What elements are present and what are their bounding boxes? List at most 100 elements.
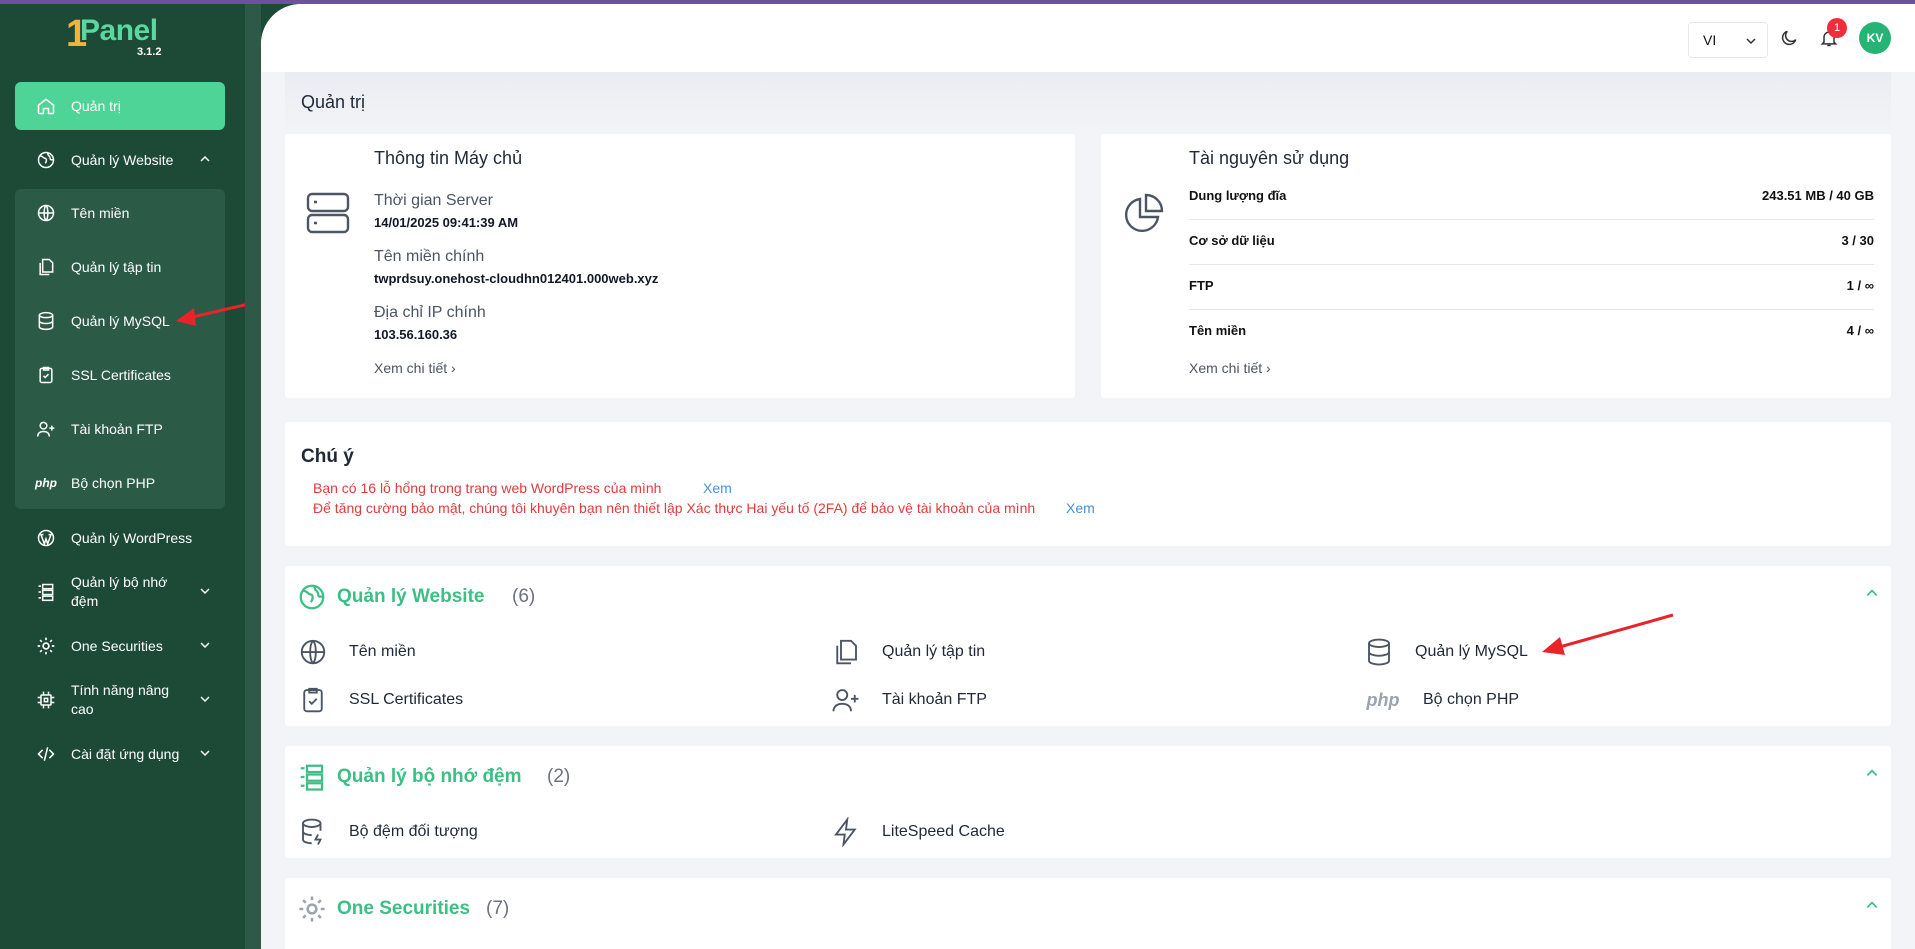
code-icon xyxy=(35,743,57,765)
notice-message: Để tăng cường bảo mật, chúng tôi khuyên … xyxy=(313,500,1036,516)
user-plus-icon xyxy=(35,418,57,440)
sidebar-item-label: Quản lý Website xyxy=(71,152,174,168)
notice-message: Bạn có 16 lỗ hổng trong trang web WordPr… xyxy=(313,480,662,496)
resource-value: 4 / ∞ xyxy=(1846,323,1874,338)
chevron-down-icon xyxy=(199,584,211,600)
sidebar-item-mysql[interactable]: Quản lý MySQL xyxy=(15,297,225,345)
topbar: VI 1 KV xyxy=(261,4,1915,72)
main-ip-value: 103.56.160.36 xyxy=(374,327,458,342)
main-domain-value: twprdsuy.onehost-cloudhn012401.000web.xy… xyxy=(374,271,659,286)
resource-row: Tên miền 4 / ∞ xyxy=(1189,310,1874,355)
sidebar-item-cache[interactable]: Quản lý bộ nhớ đệm xyxy=(15,568,225,616)
server-icon xyxy=(305,190,351,241)
resource-label: Tên miền xyxy=(1189,323,1247,338)
logo[interactable]: 1 Panel 3.1.2 xyxy=(66,14,186,60)
notice-view-link[interactable]: Xem xyxy=(1066,500,1095,516)
sidebar-item-wordpress[interactable]: Quản lý WordPress xyxy=(15,514,225,562)
resource-value: 3 / 30 xyxy=(1841,233,1874,248)
card-title: Tài nguyên sử dụng xyxy=(1189,148,1350,168)
server-time-value: 14/01/2025 09:41:39 AM xyxy=(374,215,519,230)
files-icon xyxy=(35,256,57,278)
sidebar: 1 Panel 3.1.2 Quản trị Quản lý Website T… xyxy=(0,0,306,949)
resource-label: FTP xyxy=(1189,278,1214,293)
sidebar-item-app-install[interactable]: Cài đặt ứng dụng xyxy=(15,730,225,778)
section-item-object-cache[interactable]: Bộ đệm đối tượng xyxy=(297,816,478,848)
user-plus-icon xyxy=(830,684,862,716)
sidebar-item-label: One Securities xyxy=(71,638,163,654)
section-count: (6) xyxy=(512,586,536,607)
php-icon: php xyxy=(35,476,57,490)
section-item-label: Tài khoản FTP xyxy=(882,691,987,708)
sidebar-item-label: Tên miền xyxy=(71,205,130,221)
sidebar-item-ssl[interactable]: SSL Certificates xyxy=(15,351,225,399)
lightning-icon xyxy=(830,816,862,848)
section-cache: Quản lý bộ nhớ đệm (2) Bộ đệm đối tượng … xyxy=(285,746,1891,858)
sidebar-item-label: Quản lý MySQL xyxy=(71,313,170,329)
section-title: Quản lý Website xyxy=(337,586,485,607)
chip-icon xyxy=(35,689,57,711)
notice-view-link[interactable]: Xem xyxy=(703,480,732,496)
window-top-accent xyxy=(0,0,1915,4)
sidebar-item-label: Tài khoản FTP xyxy=(71,421,163,437)
sidebar-item-label: Cài đặt ứng dụng xyxy=(71,746,180,762)
cache-server-icon xyxy=(297,762,327,797)
language-select[interactable]: VI xyxy=(1688,22,1768,58)
chevron-down-icon xyxy=(199,638,211,654)
resource-more-link[interactable]: Xem chi tiết › xyxy=(1189,360,1271,376)
section-count: (7) xyxy=(486,898,510,919)
sidebar-item-ftp[interactable]: Tài khoản FTP xyxy=(15,405,225,453)
moon-icon[interactable] xyxy=(1779,28,1799,53)
section-item-php[interactable]: php Bộ chọn PHP xyxy=(1363,684,1520,716)
sidebar-item-label: Tính năng nâng cao xyxy=(71,682,170,717)
chevron-down-icon xyxy=(199,692,211,708)
section-item-domains[interactable]: Tên miền xyxy=(297,636,416,668)
resource-label: Cơ sở dữ liệu xyxy=(1189,233,1275,248)
resource-usage-card: Tài nguyên sử dụng Dung lượng đĩa 243.51… xyxy=(1101,134,1891,398)
sidebar-item-label: Bộ chọn PHP xyxy=(71,475,156,491)
annotation-arrow xyxy=(1542,613,1674,655)
server-info-more-link[interactable]: Xem chi tiết › xyxy=(374,360,456,376)
sidebar-item-files[interactable]: Quản lý tập tin xyxy=(15,243,225,291)
globe-leaf-icon xyxy=(35,149,57,171)
clipboard-check-icon xyxy=(297,684,329,716)
sidebar-item-securities[interactable]: One Securities xyxy=(15,622,225,670)
sidebar-item-website[interactable]: Quản lý Website xyxy=(15,136,225,184)
chevron-up-icon[interactable] xyxy=(1865,766,1879,785)
section-item-files[interactable]: Quản lý tập tin xyxy=(830,636,985,668)
gear-icon xyxy=(35,635,57,657)
sidebar-item-label: SSL Certificates xyxy=(71,367,171,383)
chevron-down-icon xyxy=(199,746,211,762)
globe-icon xyxy=(35,202,57,224)
sidebar-item-domains[interactable]: Tên miền xyxy=(15,189,225,237)
logo-text: Panel xyxy=(80,14,158,47)
chevron-up-icon xyxy=(199,152,211,168)
section-item-ftp[interactable]: Tài khoản FTP xyxy=(830,684,987,716)
section-securities: One Securities (7) xyxy=(285,878,1891,949)
section-website: Quản lý Website (6) Tên miền Quản lý tập… xyxy=(285,566,1891,726)
sidebar-item-label: Quản trị xyxy=(71,98,121,114)
chevron-up-icon[interactable] xyxy=(1865,586,1879,605)
avatar[interactable]: KV xyxy=(1859,22,1891,54)
sidebar-divider xyxy=(245,0,261,949)
globe-icon xyxy=(297,636,329,668)
globe-leaf-icon xyxy=(297,582,327,617)
sidebar-item-dashboard[interactable]: Quản trị xyxy=(15,82,225,130)
files-icon xyxy=(830,636,862,668)
sidebar-item-php[interactable]: php Bộ chọn PHP xyxy=(15,459,225,507)
section-item-ssl[interactable]: SSL Certificates xyxy=(297,684,463,716)
section-item-mysql[interactable]: Quản lý MySQL xyxy=(1363,636,1528,668)
section-item-label: Bộ đệm đối tượng xyxy=(349,823,478,840)
section-item-litespeed[interactable]: LiteSpeed Cache xyxy=(830,816,1005,848)
server-time-label: Thời gian Server xyxy=(374,192,493,209)
chevron-up-icon[interactable] xyxy=(1865,898,1879,917)
section-item-label: Quản lý tập tin xyxy=(882,643,986,660)
chevron-right-icon: › xyxy=(451,360,456,376)
sidebar-item-label: Quản lý tập tin xyxy=(71,259,162,275)
section-title: Quản lý bộ nhớ đệm xyxy=(337,766,522,787)
section-item-label: Tên miền xyxy=(349,643,416,660)
more-label: Xem chi tiết xyxy=(374,360,448,376)
php-icon: php xyxy=(1366,689,1400,710)
sidebar-item-advanced[interactable]: Tính năng nâng cao xyxy=(15,676,225,724)
main-content: VI 1 KV Quản trị Thông tin Máy chủ Thời … xyxy=(261,4,1915,949)
home-icon xyxy=(35,95,57,117)
